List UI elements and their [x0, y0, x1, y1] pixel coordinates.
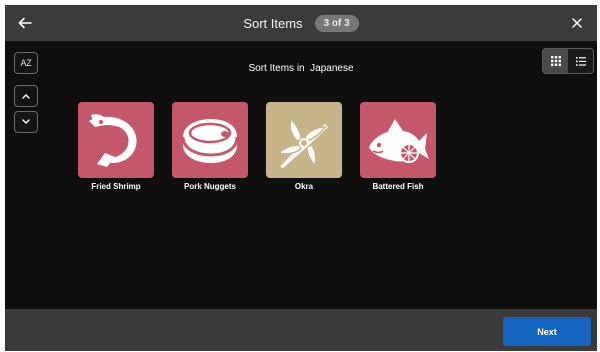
close-button[interactable]: [567, 13, 587, 33]
item-label: Battered Fish: [372, 182, 424, 191]
fish-icon: [369, 119, 429, 163]
footer-bar: Next: [5, 309, 597, 351]
okra-icon: [277, 117, 331, 170]
item-card-okra[interactable]: [266, 102, 342, 178]
chevron-up-icon: [22, 94, 30, 99]
top-bar: Sort Items 3 of 3: [5, 5, 597, 41]
step-badge: 3 of 3: [314, 14, 359, 32]
item-card-battered-fish[interactable]: [360, 102, 436, 178]
meat-steak-icon: [181, 119, 239, 163]
move-down-button[interactable]: [14, 111, 38, 133]
shrimp-icon: [89, 114, 137, 167]
next-button[interactable]: Next: [503, 317, 591, 346]
section-heading: Sort Items in Japanese: [248, 63, 354, 74]
arrow-left-icon: [18, 17, 32, 29]
item-card-pork-nuggets[interactable]: [172, 102, 248, 178]
move-up-button[interactable]: [14, 85, 38, 107]
close-icon: [572, 18, 582, 28]
chevron-down-icon: [22, 119, 30, 124]
back-button[interactable]: [15, 13, 35, 33]
sort-items-screen: Sort Items 3 of 3 AZ Sort Items in Japan…: [5, 5, 597, 351]
page-title: Sort Items: [243, 15, 303, 31]
item-card-fried-shrimp[interactable]: [78, 102, 154, 178]
